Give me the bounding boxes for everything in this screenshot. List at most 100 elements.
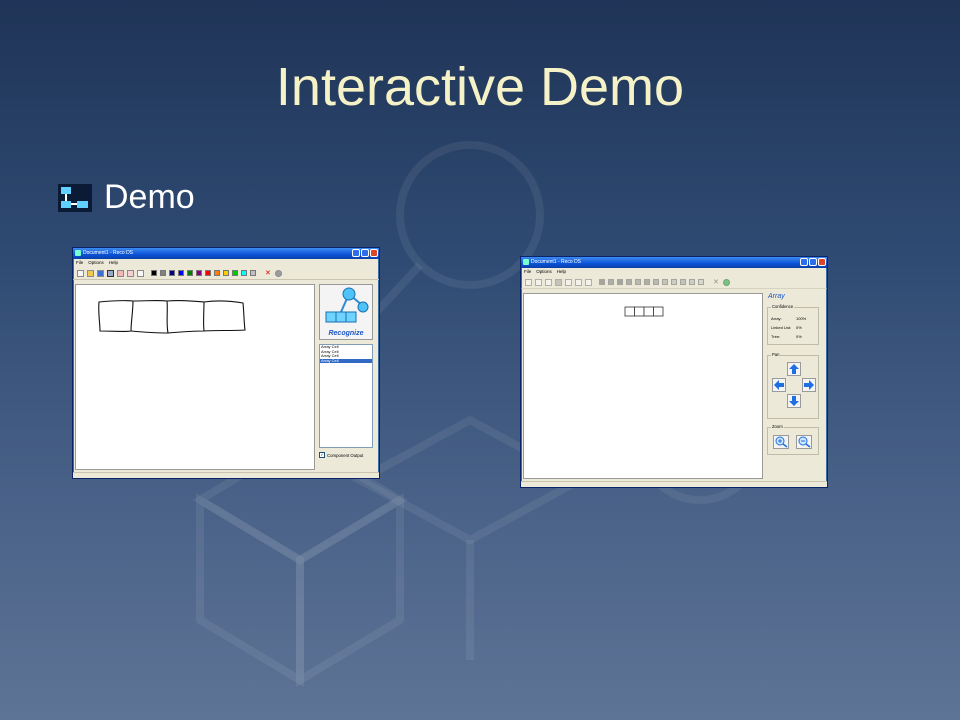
pan-up-button[interactable] (787, 362, 801, 376)
window-titlebar[interactable]: Document1 - Reco DS (521, 257, 827, 268)
color-swatch[interactable] (160, 270, 166, 276)
component-list[interactable]: Array Cell Array Cell Array Cell Array C… (319, 344, 373, 448)
window-title: Document1 - Reco DS (531, 259, 582, 265)
zoom-in-button[interactable] (773, 435, 789, 449)
color-swatch[interactable] (698, 279, 704, 285)
maximize-button[interactable] (361, 249, 369, 257)
slide-title: Interactive Demo (275, 57, 685, 117)
status-bar (73, 472, 379, 478)
minimize-button[interactable] (800, 258, 808, 266)
color-swatch[interactable] (680, 279, 686, 285)
result-canvas[interactable] (523, 293, 763, 479)
color-swatch[interactable] (232, 270, 238, 276)
pan-right-button[interactable] (802, 378, 816, 392)
color-swatch[interactable] (214, 270, 220, 276)
color-swatch[interactable] (644, 279, 650, 285)
confidence-value: 100% (796, 316, 807, 321)
toolbar: ✕ (521, 276, 827, 289)
app-icon (75, 250, 81, 256)
confidence-title: Confidence (771, 304, 795, 309)
reco-ds-window-drawing: Document1 - Reco DS File Options Help ✕ (72, 247, 380, 479)
color-swatch[interactable] (169, 270, 175, 276)
checkbox-checked-icon[interactable]: ✓ (319, 452, 325, 458)
recognize-icon (325, 287, 369, 323)
diagram-bullet-icon (58, 183, 92, 212)
color-swatch[interactable] (608, 279, 614, 285)
color-swatch[interactable] (689, 279, 695, 285)
color-swatch[interactable] (635, 279, 641, 285)
select-rect-icon[interactable] (137, 269, 144, 277)
menu-file[interactable]: File (524, 268, 531, 276)
open-folder-icon[interactable] (87, 269, 94, 277)
select-rect-icon[interactable] (585, 278, 592, 286)
arrow-up-icon (789, 364, 799, 374)
color-swatch[interactable] (617, 279, 623, 285)
color-swatch[interactable] (178, 270, 184, 276)
highlighter-icon[interactable] (575, 278, 582, 286)
save-icon[interactable] (97, 269, 104, 277)
zoom-group: Zoom (767, 424, 819, 455)
drawing-canvas[interactable] (75, 284, 315, 470)
color-swatch[interactable] (599, 279, 605, 285)
new-file-icon[interactable] (77, 269, 84, 277)
window-titlebar[interactable]: Document1 - Reco DS (73, 248, 379, 259)
color-swatch[interactable] (151, 270, 157, 276)
run-icon[interactable] (275, 269, 282, 277)
maximize-button[interactable] (809, 258, 817, 266)
color-swatch[interactable] (187, 270, 193, 276)
menu-help[interactable]: Help (557, 268, 566, 276)
confidence-label: Tree: (771, 334, 781, 339)
confidence-group: Confidence Array: 100% Linked List: 0% T… (767, 304, 819, 345)
pen-tool-icon[interactable] (107, 269, 114, 277)
confidence-value: 0% (796, 334, 802, 339)
recognize-button[interactable]: Recognize (319, 284, 373, 340)
highlighter-icon[interactable] (127, 269, 134, 277)
close-button[interactable] (370, 249, 378, 257)
color-swatch[interactable] (241, 270, 247, 276)
menu-help[interactable]: Help (109, 259, 118, 267)
pan-left-button[interactable] (772, 378, 786, 392)
new-file-icon[interactable] (525, 278, 532, 286)
zoom-out-button[interactable] (796, 435, 812, 449)
menu-file[interactable]: File (76, 259, 83, 267)
color-swatch[interactable] (205, 270, 211, 276)
eraser-icon[interactable] (117, 269, 124, 277)
color-swatch[interactable] (250, 270, 256, 276)
hand-drawn-array-sketch (98, 300, 246, 334)
window-title: Document1 - Reco DS (83, 250, 134, 256)
confidence-label: Array: (771, 316, 782, 321)
zoom-title: Zoom (771, 424, 784, 429)
open-folder-icon[interactable] (535, 278, 542, 286)
list-item-selected[interactable]: Array Cell (320, 358, 372, 364)
status-bar (521, 481, 827, 487)
confidence-label: Linked List: (771, 325, 792, 330)
run-icon[interactable] (723, 278, 730, 286)
minimize-button[interactable] (352, 249, 360, 257)
confidence-value: 0% (796, 325, 802, 330)
color-swatch[interactable] (626, 279, 632, 285)
close-button[interactable] (818, 258, 826, 266)
recognize-label: Recognize (328, 330, 364, 337)
recognize-panel: Recognize Array Cell Array Cell Array Ce… (319, 284, 375, 470)
zoom-out-icon (798, 436, 811, 448)
menu-options[interactable]: Options (536, 268, 552, 276)
menu-options[interactable]: Options (88, 259, 104, 267)
pen-tool-icon[interactable] (555, 278, 562, 286)
component-output-checkbox-row[interactable]: ✓ Component Output (319, 452, 363, 458)
bullet-text: Demo (104, 178, 195, 216)
arrow-down-icon (789, 396, 799, 406)
color-swatch[interactable] (653, 279, 659, 285)
color-swatch[interactable] (662, 279, 668, 285)
app-icon (523, 259, 529, 265)
zoom-in-icon (775, 436, 788, 448)
pan-group: Pan (767, 352, 819, 419)
color-swatch[interactable] (223, 270, 229, 276)
pan-down-button[interactable] (787, 394, 801, 408)
clear-x-icon[interactable]: ✕ (265, 270, 272, 277)
checkbox-label: Component Output (327, 452, 364, 458)
color-swatch[interactable] (196, 270, 202, 276)
eraser-icon[interactable] (565, 278, 572, 286)
save-icon[interactable] (545, 278, 552, 286)
color-swatch[interactable] (671, 279, 677, 285)
clear-x-icon[interactable]: ✕ (713, 279, 720, 286)
